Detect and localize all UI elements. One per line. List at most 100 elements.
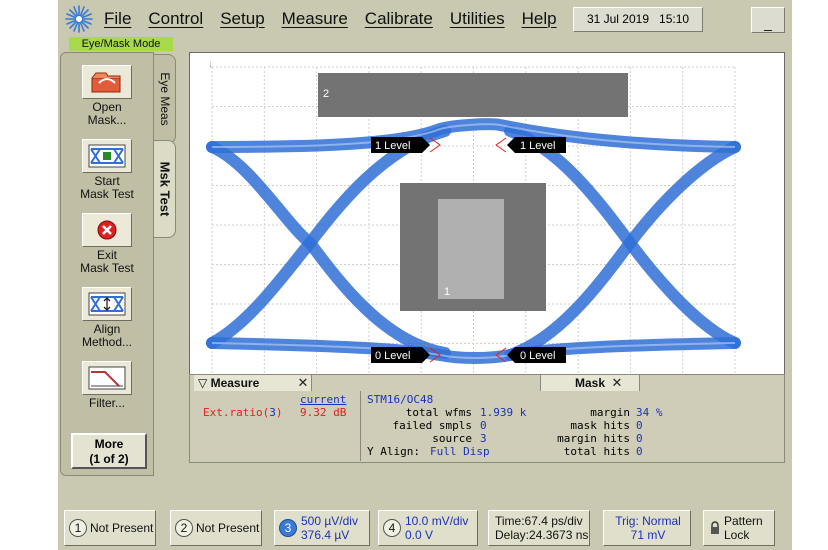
date-time-display: 31 Jul 2019 15:10 bbox=[573, 7, 703, 32]
level-label-bottom-right: 0 Level bbox=[520, 350, 555, 362]
level-label-top-left: 1 Level bbox=[375, 140, 410, 152]
channel-1-button[interactable]: 1 Not Present bbox=[64, 510, 156, 546]
open-mask-button[interactable]: Open Mask... bbox=[69, 65, 145, 127]
tool-panel: Open Mask... Start Mask Test Exit Mask T… bbox=[60, 52, 154, 476]
mask-label: source bbox=[432, 432, 472, 445]
exit-mask-test-button[interactable]: Exit Mask Test bbox=[69, 213, 145, 275]
start-mask-test-button[interactable]: Start Mask Test bbox=[69, 139, 145, 201]
close-measure-icon[interactable]: ✕ bbox=[296, 376, 310, 390]
more-label: More bbox=[94, 437, 124, 451]
align-method-button[interactable]: Align Method... bbox=[69, 287, 145, 349]
menu-control[interactable]: Control bbox=[148, 9, 203, 29]
trigger-settings: Trig: Normal 71 mV bbox=[612, 514, 684, 542]
pattern-lock-icon bbox=[710, 521, 720, 534]
mask-value: 34 % bbox=[636, 406, 663, 419]
channel-4-offset: 0.0 V bbox=[405, 528, 434, 542]
channel-3-badge: 3 bbox=[279, 519, 297, 537]
trigger-level: 71 mV bbox=[630, 528, 666, 542]
agilent-logo-icon bbox=[65, 5, 93, 33]
mask-standard: STM16/OC48 bbox=[367, 393, 434, 406]
more-page-label: (1 of 2) bbox=[89, 452, 129, 466]
mask-value: 0 bbox=[480, 419, 487, 432]
pattern-lock-label: Pattern Lock bbox=[724, 514, 763, 542]
minimize-button[interactable]: _ bbox=[751, 7, 785, 33]
channel-4-scale: 10.0 mV/div bbox=[405, 514, 469, 528]
more-button[interactable]: More (1 of 2) bbox=[71, 433, 147, 469]
timebase-delay: Delay:24.3673 ns bbox=[495, 528, 589, 542]
mask-label: mask hits bbox=[570, 419, 630, 432]
timebase-scale: Time:67.4 ps/div bbox=[495, 514, 583, 528]
tool-label: Align bbox=[93, 322, 121, 336]
mask-label: margin bbox=[590, 406, 630, 419]
filter-button[interactable]: Filter... bbox=[69, 361, 145, 410]
mask-label: margin hits bbox=[557, 432, 630, 445]
channel-3-scale: 500 µV/div bbox=[301, 514, 358, 528]
channel-2-label: Not Present bbox=[196, 521, 260, 535]
menu-calibrate[interactable]: Calibrate bbox=[365, 9, 433, 29]
level-marker-icon bbox=[495, 137, 507, 153]
filter-icon bbox=[82, 361, 132, 395]
measure-tab-label: Measure bbox=[210, 376, 260, 390]
channel-3-button[interactable]: 3 500 µV/div 376.4 µV bbox=[274, 510, 370, 546]
tool-label: Mask Test bbox=[80, 187, 134, 201]
time-text: 15:10 bbox=[659, 12, 690, 26]
align-eye-icon bbox=[82, 287, 132, 321]
mask-value: 0 bbox=[636, 432, 643, 445]
menu-setup[interactable]: Setup bbox=[220, 9, 264, 29]
level-label-top-right: 1 Level bbox=[520, 140, 555, 152]
menu-utilities[interactable]: Utilities bbox=[450, 9, 505, 29]
tool-label: Mask Test bbox=[80, 261, 134, 275]
close-mask-icon[interactable]: ✕ bbox=[610, 376, 624, 390]
menu-help[interactable]: Help bbox=[522, 9, 557, 29]
inner-region bbox=[438, 199, 504, 299]
mask-value: 1.939 k bbox=[480, 406, 527, 419]
tab-msk-test[interactable]: Msk Test bbox=[154, 140, 176, 238]
eye-mask-start-icon bbox=[82, 139, 132, 173]
tab-msk-test-label: Msk Test bbox=[157, 161, 172, 217]
tab-eye-meas-label: Eye Meas bbox=[157, 72, 172, 126]
trigger-arrow-icon: ↓ bbox=[208, 59, 213, 70]
tool-label: Open bbox=[92, 100, 122, 114]
mask-tab[interactable]: Mask bbox=[540, 375, 640, 391]
level-label-bottom-left: 0 Level bbox=[375, 350, 410, 362]
channel-2-button[interactable]: 2 Not Present bbox=[170, 510, 262, 546]
channel-4-settings: 10.0 mV/div 0.0 V bbox=[405, 514, 468, 542]
tool-label: Method... bbox=[81, 335, 133, 349]
scope-window: File Control Setup Measure Calibrate Uti… bbox=[58, 0, 792, 550]
channel-1-badge: 1 bbox=[69, 519, 87, 537]
tab-eye-meas[interactable]: Eye Meas bbox=[154, 54, 176, 144]
mask-label: failed smpls bbox=[392, 419, 472, 432]
mask-tab-label: Mask bbox=[574, 376, 606, 390]
timebase-settings: Time:67.4 ps/div Delay:24.3673 ns bbox=[495, 514, 588, 542]
timebase-button[interactable]: Time:67.4 ps/div Delay:24.3673 ns bbox=[488, 510, 590, 546]
mask-label: total hits bbox=[563, 445, 630, 458]
measure-column-header: current bbox=[300, 393, 347, 406]
measure-tab[interactable]: ▽ Measure bbox=[194, 375, 312, 391]
mask-value: Full Disp bbox=[430, 445, 490, 458]
menu-bar: File Control Setup Measure Calibrate Uti… bbox=[104, 9, 574, 29]
mask-region-top bbox=[318, 73, 628, 117]
open-folder-icon bbox=[82, 65, 132, 99]
measure-name-end: ) bbox=[275, 406, 283, 419]
lock-label: Lock bbox=[724, 528, 750, 542]
menu-measure[interactable]: Measure bbox=[282, 9, 348, 29]
menu-file[interactable]: File bbox=[104, 9, 131, 29]
tool-label: Mask... bbox=[87, 113, 127, 127]
measure-name: Ext.ratio(3) bbox=[203, 406, 282, 419]
channel-1-label: Not Present bbox=[90, 521, 154, 535]
measure-name-text: Ext.ratio( bbox=[203, 406, 270, 419]
channel-4-button[interactable]: 4 10.0 mV/div 0.0 V bbox=[378, 510, 478, 546]
measure-mask-panel: ▽ Measure ✕ Mask ✕ current Ext.ratio(3) … bbox=[189, 374, 785, 463]
mask-region-top-label: 2 bbox=[323, 88, 329, 100]
mask-value: 3 bbox=[480, 432, 487, 445]
channel-4-badge: 4 bbox=[383, 519, 401, 537]
measure-channel: 3 bbox=[269, 406, 276, 419]
mask-region-center-label: 1 bbox=[444, 286, 450, 298]
pattern-lock-button[interactable]: Pattern Lock bbox=[703, 510, 775, 546]
trigger-button[interactable]: Trig: Normal 71 mV bbox=[603, 510, 691, 546]
date-text: 31 Jul 2019 bbox=[586, 12, 649, 26]
mask-value: 0 bbox=[636, 445, 643, 458]
channel-3-offset: 376.4 µV bbox=[301, 528, 350, 542]
tool-label: Start bbox=[94, 174, 120, 188]
mask-label: total wfms bbox=[405, 406, 472, 419]
